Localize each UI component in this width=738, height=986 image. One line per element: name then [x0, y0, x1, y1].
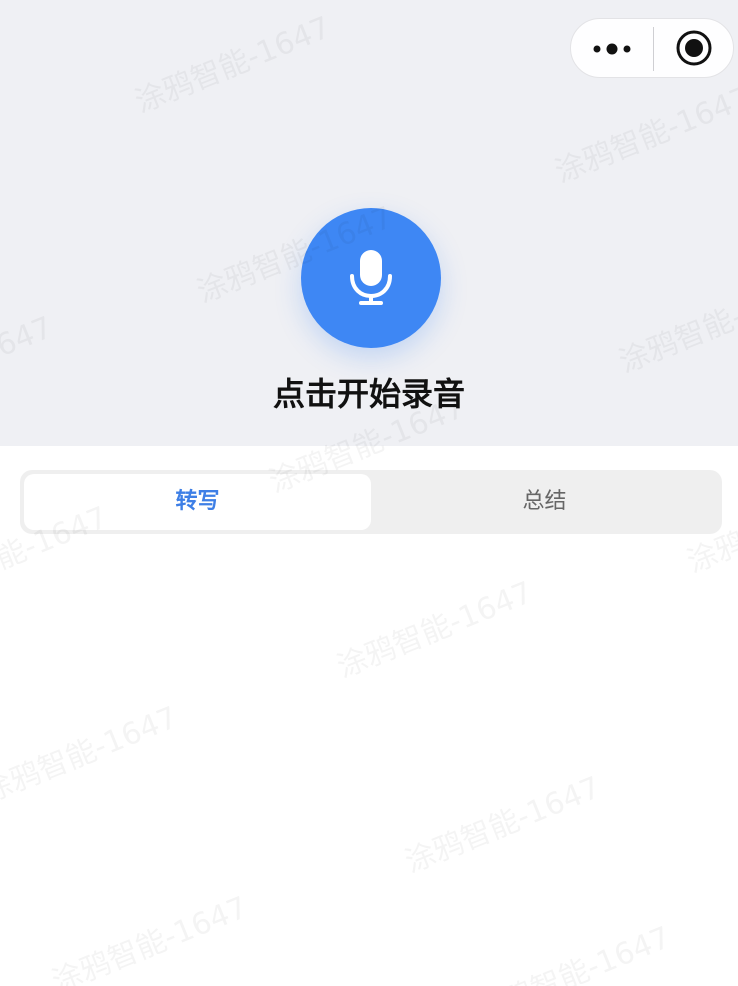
watermark: 涂鸦智能-1647 — [329, 568, 538, 686]
more-dots-icon — [593, 43, 631, 55]
mini-program-capsule — [570, 18, 734, 78]
watermark: 涂鸦智能-1647 — [44, 883, 253, 986]
start-recording-button[interactable] — [301, 208, 441, 348]
tab-transcript[interactable]: 转写 — [24, 474, 371, 530]
watermark: 涂鸦智能-1647 — [397, 763, 606, 881]
start-recording-label: 点击开始录音 — [272, 375, 465, 413]
recorder-panel: 点击开始录音 — [0, 0, 738, 446]
watermark: 涂鸦智能-1647 — [0, 693, 183, 811]
segmented-tabs: 转写 总结 — [20, 470, 722, 534]
more-button[interactable] — [571, 19, 653, 77]
record-circle-icon — [676, 30, 712, 66]
watermark: 涂鸦智能-1647 — [467, 913, 676, 986]
close-button[interactable] — [654, 19, 734, 77]
microphone-icon — [350, 250, 392, 305]
tab-summary[interactable]: 总结 — [371, 474, 718, 530]
